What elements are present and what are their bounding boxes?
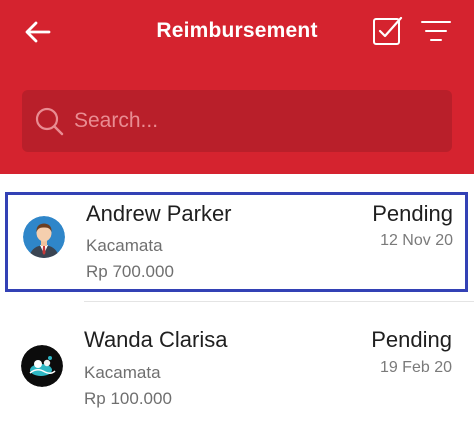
date-label: 12 Nov 20 — [380, 232, 453, 249]
category-label: Kacamata — [84, 363, 161, 382]
employee-name: Andrew Parker — [86, 201, 232, 226]
amount-label: Rp 100.000 — [84, 389, 172, 408]
avatar-man-suit-icon — [23, 216, 65, 258]
select-mode-button[interactable] — [372, 15, 403, 46]
employee-name: Wanda Clarisa — [84, 327, 228, 352]
avatar — [23, 216, 65, 258]
divider — [84, 301, 474, 302]
checkbox-icon — [373, 16, 403, 45]
status-label: Pending — [371, 327, 452, 352]
reimbursement-item[interactable]: Wanda Clarisa Kacamata Rp 100.000 Pendin… — [0, 304, 474, 422]
amount-label: Rp 700.000 — [86, 262, 174, 281]
category-label: Kacamata — [86, 236, 163, 255]
avatar-dark-illustration-icon — [21, 345, 63, 387]
filter-button[interactable] — [420, 18, 452, 44]
app-header: Reimbursement — [0, 0, 474, 174]
search-icon — [35, 107, 64, 136]
reimbursement-item[interactable]: Andrew Parker Kacamata Rp 700.000 Pendin… — [5, 192, 468, 292]
filter-lines-icon — [421, 21, 451, 41]
status-label: Pending — [372, 201, 453, 226]
date-label: 19 Feb 20 — [379, 359, 452, 376]
avatar — [21, 345, 63, 387]
search-input[interactable] — [74, 102, 434, 140]
search-bar — [22, 90, 452, 152]
